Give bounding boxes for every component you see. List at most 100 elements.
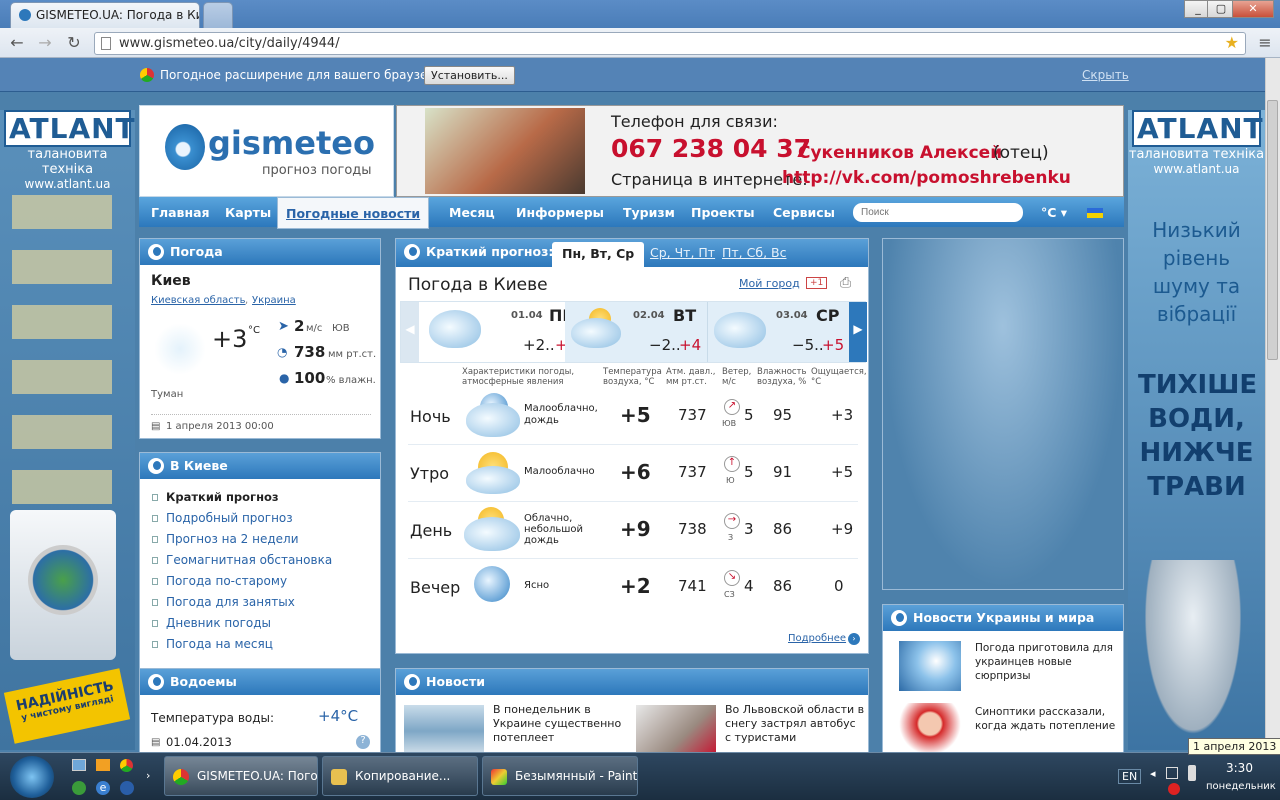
- list-item[interactable]: Погода для занятых: [152, 592, 380, 613]
- news-header: Новости: [396, 669, 868, 695]
- tab-wed-fri[interactable]: Ср, Чт, Пт: [650, 245, 715, 260]
- search-input[interactable]: [853, 203, 1023, 222]
- page-icon: [101, 37, 111, 50]
- nav-home[interactable]: Главная: [151, 205, 210, 220]
- wrench-menu-icon[interactable]: ≡: [1254, 33, 1276, 53]
- row-part: День: [410, 521, 453, 540]
- country-link[interactable]: Украина: [252, 295, 296, 306]
- logo-text: gismeteo: [208, 124, 375, 162]
- day-card[interactable]: 01.04 ПН +2.. +9: [419, 302, 577, 362]
- nav-services[interactable]: Сервисы: [773, 205, 835, 220]
- nav-maps[interactable]: Карты: [225, 205, 271, 220]
- tab-fri-sun[interactable]: Пт, Сб, Вс: [722, 245, 786, 260]
- maximize-icon[interactable]: ▢: [1207, 0, 1235, 18]
- expand-icon[interactable]: ›: [146, 769, 150, 782]
- news-item[interactable]: Синоптики рассказали, когда ждать потепл…: [975, 705, 1117, 733]
- news-thumbnail[interactable]: [404, 705, 484, 752]
- browser-tab-active[interactable]: GISMETEO.UA: Погода в Ки: [10, 2, 200, 28]
- news-thumbnail[interactable]: [899, 641, 961, 691]
- gplus-button[interactable]: +1: [806, 277, 828, 289]
- site-logo[interactable]: gismeteo прогноз погоды: [139, 105, 394, 197]
- row-part: Ночь: [410, 407, 451, 426]
- reload-icon[interactable]: ↻: [63, 33, 85, 53]
- left-ad-banner[interactable]: ATLANT талановита техніка www.atlant.ua …: [0, 110, 135, 750]
- list-item[interactable]: Дневник погоды: [152, 613, 380, 634]
- col-header-wind: Ветер, м/с: [722, 367, 752, 387]
- forecast-header: Краткий прогноз: Пн, Вт, Ср Ср, Чт, Пт П…: [396, 239, 868, 267]
- news-item[interactable]: Во Львовской области в снегу застрял авт…: [725, 703, 865, 745]
- network-icon[interactable]: [1166, 767, 1178, 779]
- unit-select[interactable]: °C ▾: [1041, 205, 1067, 220]
- col-header-humidity: Влажность воздуха, %: [757, 367, 807, 387]
- nav-month[interactable]: Месяц: [449, 205, 495, 220]
- print-icon[interactable]: ⎙: [840, 275, 851, 291]
- banner-link[interactable]: http://vk.com/pomoshrebenku: [782, 168, 1071, 188]
- current-temp: +3: [212, 325, 248, 353]
- day-name: СР: [816, 306, 840, 325]
- list-item[interactable]: Подробный прогноз: [152, 508, 380, 529]
- news-thumbnail[interactable]: [899, 703, 961, 752]
- help-icon[interactable]: ?: [356, 735, 370, 749]
- more-link[interactable]: Подробнее: [788, 633, 846, 644]
- antivirus-icon[interactable]: [1168, 783, 1180, 795]
- wind-dir-icon: ↗: [724, 399, 740, 415]
- show-desktop-icon[interactable]: [72, 759, 86, 771]
- day-card[interactable]: 03.04 СР −5.. +5: [707, 302, 849, 362]
- install-button[interactable]: Установить...: [424, 66, 515, 85]
- prev-arrow-icon[interactable]: ◀: [401, 302, 419, 362]
- address-bar[interactable]: www.gismeteo.ua/city/daily/4944/ ★: [94, 32, 1246, 55]
- list-item[interactable]: Краткий прогноз: [152, 487, 380, 508]
- news-panel: Новости В понедельник в Украине существе…: [395, 668, 869, 752]
- col-header-pressure: Атм. давл., мм рт.ст.: [666, 367, 716, 387]
- scrollbar-thumb[interactable]: [1267, 100, 1278, 360]
- my-city-link[interactable]: Мой город: [739, 277, 800, 290]
- tray-expand-icon[interactable]: ◂: [1150, 767, 1156, 780]
- list-item[interactable]: Прогноз на 2 недели: [152, 529, 380, 550]
- ad-placeholder[interactable]: [882, 238, 1124, 590]
- language-indicator[interactable]: EN: [1118, 769, 1142, 784]
- nav-tourism[interactable]: Туризм: [623, 205, 675, 220]
- fog-icon: [154, 323, 206, 375]
- row-wind: 5: [744, 463, 754, 481]
- panel-icon: [404, 674, 420, 690]
- right-ad-banner[interactable]: ATLANT талановита техніка www.atlant.ua …: [1128, 110, 1265, 750]
- ie-icon[interactable]: e: [96, 781, 110, 795]
- bookmark-star-icon[interactable]: ★: [1225, 33, 1239, 52]
- chrome-quicklaunch-icon[interactable]: [120, 759, 133, 772]
- forward-icon[interactable]: →: [34, 33, 56, 53]
- nav-weather-news[interactable]: Погодные новости: [277, 197, 430, 229]
- news-item[interactable]: В понедельник в Украине существенно поте…: [493, 703, 627, 745]
- back-icon[interactable]: ←: [6, 33, 28, 53]
- moon-icon: [474, 566, 510, 602]
- taskbar-copy[interactable]: Копирование...: [322, 756, 478, 796]
- day-card[interactable]: 02.04 ВТ −2.. +4: [565, 302, 707, 362]
- day-date: 02.04: [633, 310, 665, 321]
- weather-panel: Погода Киев Киевская область , Украина +…: [139, 238, 381, 439]
- taskbar-paint[interactable]: Безымянный - Paint: [482, 756, 638, 796]
- header-banner[interactable]: Телефон для связи: 067 238 04 37 Сукенни…: [396, 105, 1124, 197]
- cloud-icon: [466, 466, 520, 494]
- app-icon[interactable]: [120, 781, 134, 795]
- nav-informers[interactable]: Информеры: [516, 205, 604, 220]
- next-arrow-icon[interactable]: ▶: [849, 302, 867, 362]
- utorrent-icon[interactable]: [72, 781, 86, 795]
- news-item[interactable]: Погода приготовила для украинцев новые с…: [975, 641, 1117, 683]
- media-player-icon[interactable]: [96, 759, 110, 771]
- taskbar-chrome[interactable]: GISMETEO.UA: Пого...: [164, 756, 318, 796]
- hide-link[interactable]: Скрыть: [1082, 68, 1129, 82]
- battery-icon[interactable]: [1188, 765, 1196, 781]
- row-wind: 5: [744, 406, 754, 424]
- tab-mon-wed[interactable]: Пн, Вт, Ср: [552, 242, 645, 267]
- nav-projects[interactable]: Проекты: [691, 205, 755, 220]
- start-button[interactable]: [10, 756, 54, 798]
- close-icon[interactable]: ✕: [1232, 0, 1274, 18]
- list-item[interactable]: Погода по-старому: [152, 571, 380, 592]
- clock-time[interactable]: 3:30: [1226, 761, 1253, 775]
- list-item[interactable]: Геомагнитная обстановка: [152, 550, 380, 571]
- region-link[interactable]: Киевская область: [151, 295, 246, 306]
- list-item[interactable]: Погода на месяц: [152, 634, 380, 655]
- ukraine-flag-icon[interactable]: [1087, 208, 1103, 218]
- more-arrow-icon[interactable]: ›: [848, 633, 860, 645]
- new-tab-button[interactable]: [203, 2, 233, 28]
- news-thumbnail[interactable]: [636, 705, 716, 752]
